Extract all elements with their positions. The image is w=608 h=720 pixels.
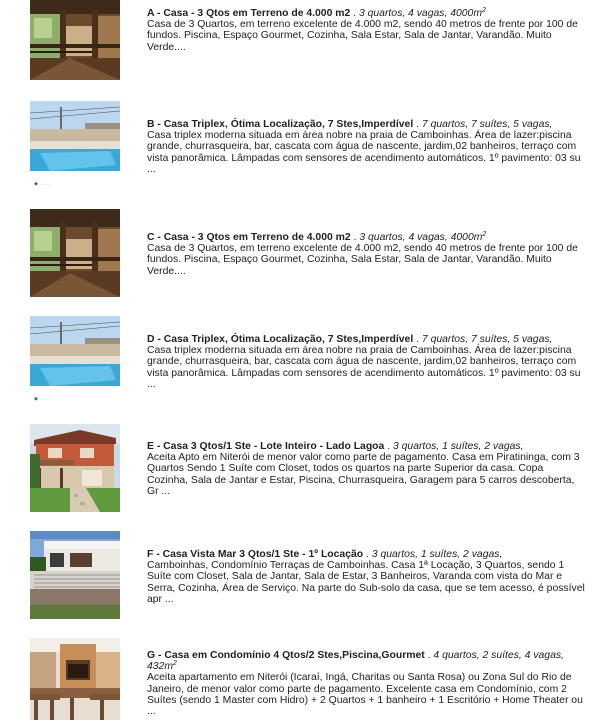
listing-features: 7 quartos, 7 suítes, 5 vagas, bbox=[422, 119, 553, 130]
listing-thumbnail[interactable] bbox=[30, 424, 120, 512]
listing-text: C - Casa - 3 Qtos em Terreno de 4.000 m2… bbox=[147, 231, 587, 277]
listing-description: Casa triplex moderna situada em área nob… bbox=[147, 130, 581, 175]
superscript: 2 bbox=[482, 7, 486, 14]
svg-text:........: ........ bbox=[42, 181, 51, 186]
svg-text:◆: ◆ bbox=[34, 181, 38, 187]
listing-text: G - Casa em Condomínio 4 Qtos/2 Stes,Pis… bbox=[147, 650, 587, 717]
listing-item: A - Casa - 3 Qtos em Terreno de 4.000 m2… bbox=[0, 0, 608, 88]
listing-title-link[interactable]: F - Casa Vista Mar 3 Qtos/1 Ste - 1º Loc… bbox=[147, 549, 363, 560]
superscript: 2 bbox=[173, 660, 177, 668]
listing-item: ◆ ........ D - Casa Triplex, Ótima Local… bbox=[0, 316, 608, 408]
listing-text: D - Casa Triplex, Ótima Localização, 7 S… bbox=[147, 334, 587, 390]
listing-features-text: 3 quartos, 4 vagas, 4000m bbox=[359, 232, 483, 243]
listing-description: Casa de 3 Quartos, em terreno excelente … bbox=[147, 243, 578, 277]
listing-text: F - Casa Vista Mar 3 Qtos/1 Ste - 1º Loc… bbox=[147, 549, 587, 605]
listing-features: 7 quartos, 7 suítes, 5 vagas, bbox=[422, 334, 553, 345]
listing-description: Aceita Apto em Niterói de menor valor co… bbox=[147, 452, 580, 497]
listing-text: A - Casa - 3 Qtos em Terreno de 4.000 m2… bbox=[147, 7, 587, 53]
listing-text: B - Casa Triplex, Ótima Localização, 7 S… bbox=[147, 119, 587, 175]
pool-photo: ◆ ........ bbox=[30, 316, 120, 404]
listing-description: Camboinhas, Condomínio Terraças de Cambo… bbox=[147, 560, 585, 605]
listing-features-text: 7 quartos, 7 suítes, 5 vagas, bbox=[421, 334, 553, 345]
listing-title-link[interactable]: G - Casa em Condomínio 4 Qtos/2 Stes,Pis… bbox=[147, 650, 425, 661]
listing-title-link[interactable]: E - Casa 3 Qtos/1 Ste - Lote Inteiro - L… bbox=[147, 441, 384, 452]
white-house-photo bbox=[30, 531, 120, 619]
gourmet-area-photo bbox=[30, 638, 120, 720]
superscript: 2 bbox=[482, 231, 487, 238]
listing-features: 3 quartos, 1 suítes, 2 vagas, bbox=[372, 549, 503, 560]
listing-features-text: 3 quartos, 4 vagas, 4000m bbox=[358, 8, 482, 19]
listing-description: Aceita apartamento em Niterói (Icaraí, I… bbox=[147, 672, 583, 718]
house-lawn-photo bbox=[30, 424, 120, 512]
listing-description: Casa de 3 Quartos, em terreno excelente … bbox=[147, 19, 578, 53]
listing-item: G - Casa em Condomínio 4 Qtos/2 Stes,Pis… bbox=[0, 638, 608, 720]
listing-title-link[interactable]: C - Casa - 3 Qtos em Terreno de 4.000 m2 bbox=[147, 232, 351, 243]
listing-title-link[interactable]: D - Casa Triplex, Ótima Localização, 7 S… bbox=[147, 334, 413, 345]
listing-features: 3 quartos, 1 suítes, 2 vagas, bbox=[393, 441, 524, 452]
listing-item: C - Casa - 3 Qtos em Terreno de 4.000 m2… bbox=[0, 209, 608, 301]
listing-description: Casa triplex moderna situada em área nob… bbox=[147, 345, 581, 390]
svg-text:........: ........ bbox=[42, 396, 51, 401]
listing-thumbnail[interactable] bbox=[30, 531, 120, 619]
listing-thumbnail[interactable] bbox=[30, 209, 120, 297]
svg-text:◆: ◆ bbox=[34, 396, 38, 402]
house-veranda-photo bbox=[30, 209, 120, 297]
listing-features-text: 3 quartos, 1 suítes, 2 vagas, bbox=[392, 441, 524, 452]
listing-features-text: 7 quartos, 7 suítes, 5 vagas, bbox=[421, 119, 553, 130]
listing-item: E - Casa 3 Qtos/1 Ste - Lote Inteiro - L… bbox=[0, 424, 608, 516]
listing-thumbnail[interactable] bbox=[30, 0, 120, 80]
listing-text: E - Casa 3 Qtos/1 Ste - Lote Inteiro - L… bbox=[147, 441, 587, 497]
listing-features: 3 quartos, 4 vagas, 4000m2 bbox=[358, 7, 486, 19]
listing-thumbnail[interactable] bbox=[30, 638, 120, 720]
listing-item: ◆ ........ B - Casa Triplex, Ótima Local… bbox=[0, 101, 608, 193]
listing-title-link[interactable]: A - Casa - 3 Qtos em Terreno de 4.000 m2 bbox=[147, 8, 350, 19]
pool-photo: ◆ ........ bbox=[30, 101, 120, 189]
listing-features-text: 3 quartos, 1 suítes, 2 vagas, bbox=[371, 549, 503, 560]
listing-item: F - Casa Vista Mar 3 Qtos/1 Ste - 1º Loc… bbox=[0, 531, 608, 623]
listing-thumbnail[interactable]: ◆ ........ bbox=[30, 101, 120, 189]
listing-thumbnail[interactable]: ◆ ........ bbox=[30, 316, 120, 404]
listing-features: 3 quartos, 4 vagas, 4000m2 bbox=[359, 231, 487, 243]
listing-title-link[interactable]: B - Casa Triplex, Ótima Localização, 7 S… bbox=[147, 119, 413, 130]
house-veranda-photo bbox=[30, 0, 120, 80]
